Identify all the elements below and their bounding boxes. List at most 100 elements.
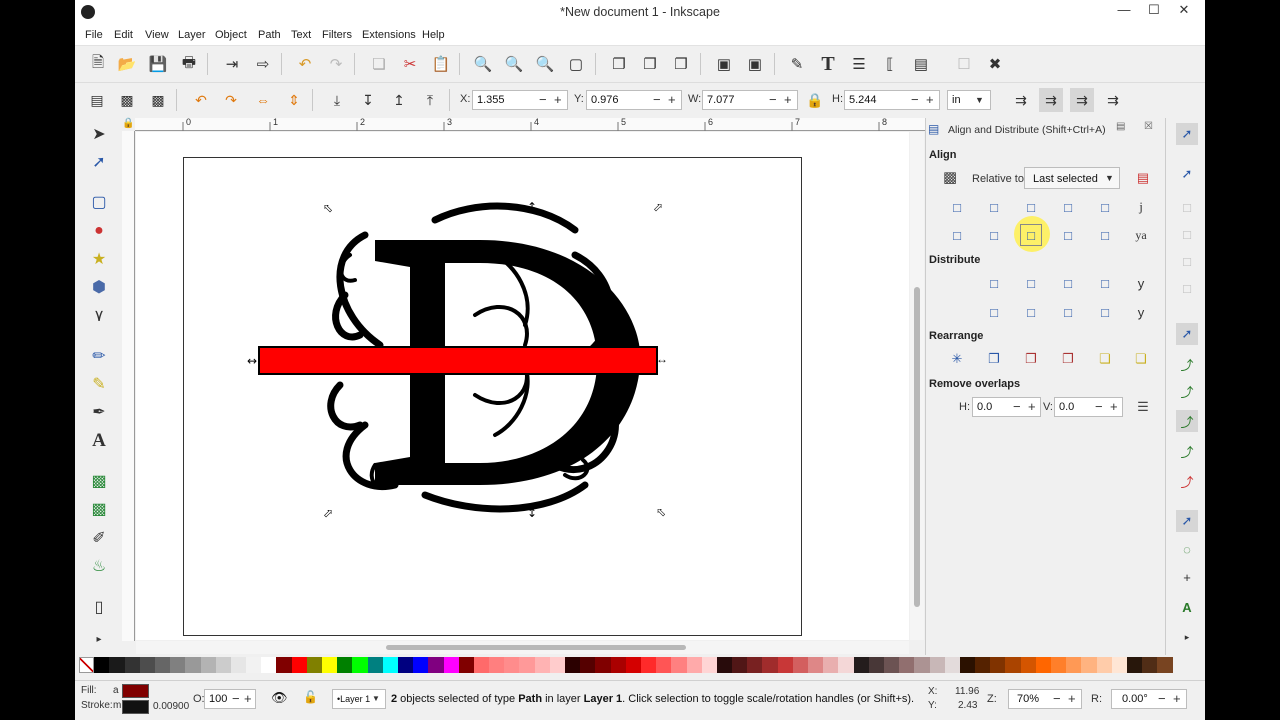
print-icon[interactable]: 🖶 (177, 52, 201, 76)
stroke-swatch[interactable] (122, 700, 149, 714)
palette-swatch[interactable] (261, 657, 277, 673)
palette-swatch[interactable] (230, 657, 247, 673)
ungroup-icon[interactable]: ▣ (743, 52, 767, 76)
fill-swatch[interactable] (122, 684, 149, 698)
raise-to-top-icon[interactable]: ⤒ (418, 88, 442, 112)
align-bottom-to-top-icon[interactable]: □ (946, 224, 968, 246)
palette-swatch[interactable] (959, 657, 976, 673)
horizontal-scrollbar[interactable] (136, 641, 909, 654)
distribute-gaps-vertical-icon[interactable]: □ (1094, 301, 1116, 323)
palette-swatch[interactable] (1066, 657, 1082, 673)
palette-swatch[interactable] (929, 657, 945, 673)
palette-swatch[interactable] (322, 657, 338, 673)
snap-text-baseline-icon[interactable]: A (1176, 596, 1198, 618)
close-window-button[interactable]: ✕ (1169, 0, 1199, 22)
text-font-icon[interactable]: T (816, 52, 840, 76)
distribute-centers-vertical-icon[interactable]: □ (1020, 301, 1042, 323)
opacity-field[interactable]: 100 − + (204, 689, 256, 709)
menu-path[interactable]: Path (258, 29, 281, 41)
palette-swatch[interactable] (397, 657, 414, 673)
palette-swatch[interactable] (1157, 657, 1173, 673)
snap-others-icon[interactable]: ➚ (1176, 510, 1198, 532)
snap-bbox-icon[interactable]: ➚ (1176, 163, 1198, 185)
palette-swatch[interactable] (625, 657, 641, 673)
drawing-artwork[interactable]: ⬁ ↕ ⬀ ↔ ⬀ ↕ (245, 195, 675, 525)
menu-extensions[interactable]: Extensions (362, 29, 416, 41)
overlap-v-increment-button[interactable]: + (1110, 399, 1118, 414)
palette-swatch[interactable] (246, 657, 262, 673)
palette-swatch[interactable] (1005, 657, 1021, 673)
import-icon[interactable]: ⇥ (220, 52, 244, 76)
palette-swatch[interactable] (853, 657, 869, 673)
lower-icon[interactable]: ↧ (356, 88, 380, 112)
paste-icon[interactable]: 📋 (429, 52, 453, 76)
deselect-icon[interactable]: ▩ (146, 88, 170, 112)
menu-object[interactable]: Object (215, 29, 247, 41)
copy-icon[interactable]: ❏ (367, 52, 391, 76)
star-tool-icon[interactable]: ★ (87, 247, 111, 271)
rotate-cw-icon[interactable]: ↷ (219, 88, 243, 112)
cut-icon[interactable]: ✂ (398, 52, 422, 76)
snap-line-midpoints-icon[interactable]: ⤴ (1176, 470, 1198, 492)
align-baseline-anchors-icon[interactable]: ya (1130, 224, 1152, 246)
palette-swatch[interactable] (170, 657, 186, 673)
zoom-page-icon[interactable]: 🔍 (533, 52, 557, 76)
palette-swatch[interactable] (838, 657, 854, 673)
lock-proportions-icon[interactable]: 🔒 (803, 88, 827, 112)
palette-swatch[interactable] (549, 657, 565, 673)
align-top-to-bottom-icon[interactable]: □ (1094, 224, 1116, 246)
palette-swatch[interactable] (792, 657, 808, 673)
snap-paths-icon[interactable]: ⤴ (1176, 353, 1198, 375)
lock-guides-icon[interactable]: 🔒 (122, 118, 135, 131)
scale-handle-top-right[interactable]: ⬀ (653, 200, 663, 214)
palette-swatch[interactable] (640, 657, 657, 673)
opacity-decrement-button[interactable]: − (232, 691, 240, 706)
y-field[interactable]: 0.976 − + (586, 90, 682, 110)
rotation-decrement-button[interactable]: − (1158, 691, 1166, 706)
preferences-icon[interactable]: ✖ (983, 52, 1007, 76)
overlap-h-field[interactable]: 0.0 − + (972, 397, 1041, 417)
overlap-v-decrement-button[interactable]: − (1095, 399, 1103, 414)
x-increment-button[interactable]: + (554, 92, 562, 107)
overlap-h-increment-button[interactable]: + (1028, 399, 1036, 414)
palette-swatch[interactable] (428, 657, 444, 673)
zoom-in-button[interactable]: + (1068, 691, 1076, 706)
palette-swatch[interactable] (1051, 657, 1067, 673)
xml-editor-icon[interactable]: ⟦ (878, 52, 902, 76)
palette-swatch[interactable] (382, 657, 398, 673)
palette-swatch[interactable] (534, 657, 550, 673)
snap-smooth-nodes-icon[interactable]: ⤴ (1176, 440, 1198, 462)
w-increment-button[interactable]: + (784, 92, 792, 107)
palette-swatch[interactable] (94, 657, 110, 673)
palette-swatch[interactable] (185, 657, 201, 673)
overlap-v-field[interactable]: 0.0 − + (1054, 397, 1123, 417)
distribute-right-edges-icon[interactable]: □ (1057, 272, 1079, 294)
align-baseline-text-icon[interactable]: j (1130, 196, 1152, 218)
zoom-out-button[interactable]: − (1053, 691, 1061, 706)
palette-swatch[interactable] (352, 657, 368, 673)
more-snap-icon[interactable]: ▸ (1176, 626, 1198, 648)
save-icon[interactable]: 💾 (146, 52, 170, 76)
overlap-h-decrement-button[interactable]: − (1013, 399, 1021, 414)
select-all-icon[interactable]: ▤ (85, 88, 109, 112)
palette-swatch[interactable] (1111, 657, 1127, 673)
node-tool-icon[interactable]: ➚ (87, 150, 111, 174)
palette-swatch[interactable] (762, 657, 778, 673)
palette-swatch[interactable] (686, 657, 702, 673)
menu-layer[interactable]: Layer (178, 29, 206, 41)
randomize-centers-icon[interactable]: ❏ (1094, 348, 1116, 370)
snap-bbox-midpoints-icon[interactable]: □ (1176, 250, 1198, 272)
palette-swatch[interactable] (990, 657, 1006, 673)
selector-tool-icon[interactable]: ➤ (87, 122, 111, 146)
move-gradients-icon[interactable]: ⇉ (1070, 88, 1094, 112)
group-icon[interactable]: ▣ (712, 52, 736, 76)
palette-swatch[interactable] (656, 657, 672, 673)
mesh-tool-icon[interactable]: ▩ (87, 497, 111, 521)
zoom-selection-icon[interactable]: 🔍 (471, 52, 495, 76)
relative-to-select[interactable]: Last selected ▼ (1024, 167, 1120, 189)
palette-swatch[interactable] (747, 657, 763, 673)
distribute-baselines-vertical-icon[interactable]: y (1130, 301, 1152, 323)
rotation-increment-button[interactable]: + (1173, 691, 1181, 706)
center-horizontal-axis-icon[interactable]: □ (1020, 224, 1042, 246)
distribute-left-edges-icon[interactable]: □ (983, 272, 1005, 294)
